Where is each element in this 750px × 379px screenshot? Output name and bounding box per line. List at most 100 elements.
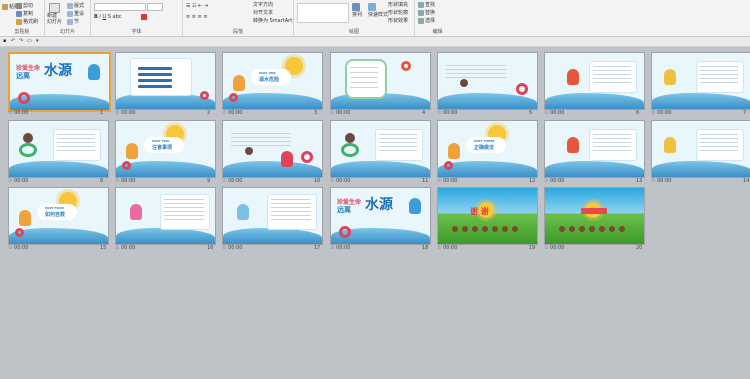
text-line [57, 142, 95, 143]
text-line [593, 138, 631, 139]
font-color-icon [141, 14, 147, 20]
copy-button[interactable]: 复制 [16, 10, 33, 17]
slide-thumbnail[interactable] [222, 187, 323, 245]
undo-icon[interactable]: ↶ [11, 38, 15, 44]
quick-access-toolbar: ▪ ↶ ↷ ▭ ▾ [0, 37, 750, 47]
text-line [700, 134, 738, 135]
slide-thumbnail[interactable] [115, 187, 216, 245]
select-button[interactable]: 选择 [418, 17, 435, 24]
slide-thumbnail[interactable] [437, 52, 538, 110]
reset-button[interactable]: 重设 [67, 10, 84, 17]
swim-ring-icon [229, 93, 238, 102]
slide-number: 14 [743, 178, 750, 184]
select-icon [418, 17, 424, 24]
text-line [700, 78, 738, 79]
slide-time: 00:00 [657, 178, 672, 184]
shape-effects-button[interactable]: 形状效果 [388, 17, 408, 24]
swimmer-figure-icon [281, 151, 293, 167]
find-button[interactable]: 查找 [418, 1, 435, 8]
text-line [164, 211, 204, 212]
qat-more-icon[interactable]: ▾ [36, 38, 39, 44]
bullets-button[interactable]: ☰ ☷ ⇤ ⇥ [186, 3, 208, 9]
cut-button[interactable]: 剪切 [16, 2, 33, 9]
align-text-button[interactable]: 对齐文本 [253, 9, 273, 16]
slide-number: 5 [529, 110, 533, 116]
slide-time: 00:00 [228, 245, 243, 251]
section-button[interactable]: 节 [67, 18, 79, 25]
text-line [700, 82, 738, 83]
new-slide-button[interactable] [49, 3, 61, 13]
replace-button[interactable]: 替换 [418, 9, 435, 16]
drawing-group: 排列 快速样式 形状填充 形状轮廓 形状效果 绘图 [294, 0, 415, 36]
slide-number: 13 [636, 178, 643, 184]
slide-thumbnail[interactable] [544, 52, 645, 110]
child-figure-icon [482, 226, 488, 232]
shape-fill-button[interactable]: 形状填充 [388, 1, 408, 8]
text-frame [345, 59, 387, 99]
slide-thumbnail[interactable] [544, 187, 645, 245]
brush-icon [16, 18, 22, 25]
shape-outline-button[interactable]: 形状轮廓 [388, 9, 408, 16]
child-figure-icon [237, 204, 249, 220]
arrange-icon [352, 3, 360, 11]
font-format-buttons[interactable]: B I U S abc [94, 14, 122, 20]
swimmer-figure-icon [88, 64, 100, 80]
slide-thumbnail[interactable]: 谢 谢 [437, 187, 538, 245]
child-figure-icon [609, 226, 615, 232]
child-figure-icon [126, 143, 138, 159]
text-line [379, 146, 417, 147]
slide-thumbnail[interactable]: 珍爱生命 远离 水源 [330, 187, 431, 245]
toc-item [138, 85, 172, 88]
slide-thumbnail[interactable] [651, 52, 750, 110]
text-line [271, 203, 311, 204]
slide-thumbnail[interactable]: PART THREE 正确做法 [437, 120, 538, 178]
toc-item [138, 67, 172, 70]
toc-card [130, 58, 192, 96]
layout-button[interactable]: 版式 [67, 2, 84, 9]
slide-thumbnail[interactable]: 珍爱生命 远离 水源 [8, 52, 111, 112]
child-head-icon [460, 79, 468, 87]
child-head-icon [245, 147, 253, 155]
text-line [379, 138, 417, 139]
swimmer-figure-icon [409, 198, 421, 214]
child-figure-icon [492, 226, 498, 232]
wave-decoration [652, 93, 750, 109]
smartart-button[interactable]: 转换为 SmartArt [253, 17, 292, 24]
quick-styles-button[interactable]: 快速样式 [368, 3, 388, 18]
slide-thumbnail[interactable] [330, 52, 431, 110]
shapes-gallery[interactable] [297, 3, 349, 23]
slide-thumbnail[interactable] [544, 120, 645, 178]
slide-thumbnail[interactable]: PART FOUR 如何自救 [8, 187, 109, 245]
slide-time: 00:00 [550, 178, 565, 184]
slide-timing: ☆ 00:00 [8, 178, 29, 184]
slide-thumbnail[interactable] [8, 120, 109, 178]
slide-number: 17 [314, 245, 321, 251]
save-icon[interactable]: ▪ [3, 38, 6, 44]
font-size-select[interactable] [147, 3, 163, 11]
slide-number: 11 [422, 178, 429, 184]
redo-icon[interactable]: ↷ [19, 38, 23, 44]
slide-time: 00:00 [443, 178, 458, 184]
arrange-button[interactable]: 排列 [352, 3, 362, 18]
slideshow-icon[interactable]: ▭ [27, 38, 32, 44]
child-figure-icon [559, 226, 565, 232]
slide-thumbnail[interactable] [330, 120, 431, 178]
align-buttons[interactable]: ≡ ≡ ≡ ≡ [186, 14, 208, 20]
slide-thumbnail[interactable]: PART ONE 溺水危险 [222, 52, 323, 110]
slide-thumbnail[interactable]: PART TWO 注意事项 [115, 120, 216, 178]
slide-thumbnail[interactable] [222, 120, 323, 178]
child-figure-icon [448, 143, 460, 159]
part-label: PART THREE [474, 139, 495, 143]
slide-thumbnail[interactable] [115, 52, 216, 110]
swimmer-figure-icon [664, 137, 676, 153]
text-line [57, 134, 95, 135]
wave-decoration [438, 93, 537, 109]
text-direction-button[interactable]: 文字方向 [253, 1, 273, 8]
swim-ring-icon [122, 161, 131, 170]
slide-number: 18 [422, 245, 429, 251]
text-line [271, 199, 311, 200]
format-painter-button[interactable]: 格式刷 [16, 18, 38, 25]
font-color-button[interactable] [141, 14, 148, 21]
slide-thumbnail[interactable] [651, 120, 750, 178]
font-name-select[interactable] [94, 3, 146, 11]
